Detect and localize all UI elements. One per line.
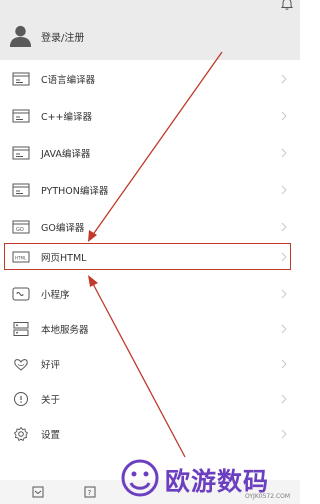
chevron-right-icon <box>281 429 287 438</box>
chevron-right-icon <box>281 289 287 298</box>
chevron-right-icon <box>281 74 287 83</box>
menu-item-label: PYTHON编译器 <box>41 185 109 197</box>
mini-program-icon <box>12 287 30 300</box>
java-compiler-icon <box>12 146 30 159</box>
menu-item-label: JAVA编译器 <box>41 148 91 160</box>
inbox-icon[interactable] <box>32 486 44 498</box>
menu-item-label: C++编译器 <box>41 111 93 123</box>
menu-item-java-compiler[interactable]: JAVA编译器 <box>0 134 300 171</box>
bell-icon[interactable] <box>280 0 294 11</box>
avatar-icon <box>9 25 32 47</box>
chevron-right-icon <box>281 111 287 120</box>
go-compiler-icon: GO <box>12 220 30 233</box>
menu-item-about[interactable]: 关于 <box>0 380 300 417</box>
chevron-right-icon <box>281 185 287 194</box>
menu-item-label: 设置 <box>41 429 61 441</box>
chevron-right-icon <box>281 148 287 157</box>
menu-item-cpp-compiler[interactable]: C++编译器 <box>0 97 300 134</box>
brand-logo-icon <box>121 459 159 497</box>
python-compiler-icon <box>12 183 30 196</box>
login-row[interactable]: 登录/注册 <box>0 0 300 60</box>
cpp-compiler-icon <box>12 109 30 122</box>
chevron-right-icon <box>281 222 287 231</box>
menu-item-python-compiler[interactable]: PYTHON编译器 <box>0 171 300 208</box>
about-icon <box>14 391 28 406</box>
menu-item-label: 本地服务器 <box>41 324 89 336</box>
c-compiler-icon <box>12 72 30 85</box>
menu-item-label: 好评 <box>41 359 61 371</box>
menu-item-label: 小程序 <box>41 289 70 301</box>
login-register-label[interactable]: 登录/注册 <box>41 29 84 44</box>
menu-item-go-compiler[interactable]: GO GO编译器 <box>0 208 300 245</box>
help-icon[interactable]: ? <box>84 486 96 498</box>
settings-icon <box>13 426 29 441</box>
menu-item-settings[interactable]: 设置 <box>0 415 300 452</box>
menu-item-local-server[interactable]: 本地服务器 <box>0 310 300 347</box>
menu-item-mini-program[interactable]: 小程序 <box>0 275 300 312</box>
rate-icon <box>14 358 28 371</box>
html-highlight-box <box>4 243 291 270</box>
chevron-right-icon <box>281 324 287 333</box>
menu-item-label: GO编译器 <box>41 222 85 234</box>
watermark: 欧游数码 OYJK0572.COM <box>120 456 300 504</box>
menu-item-rate[interactable]: 好评 <box>0 345 300 382</box>
watermark-url: OYJK0572.COM <box>245 493 291 500</box>
chevron-right-icon <box>281 359 287 368</box>
chevron-right-icon <box>281 394 287 403</box>
menu-item-label: 关于 <box>41 394 61 406</box>
menu-item-label: C语言编译器 <box>41 74 96 86</box>
menu-item-c-compiler[interactable]: C语言编译器 <box>0 60 300 97</box>
svg-text:?: ? <box>88 489 92 497</box>
server-icon <box>13 321 29 336</box>
svg-text:GO: GO <box>16 227 24 233</box>
